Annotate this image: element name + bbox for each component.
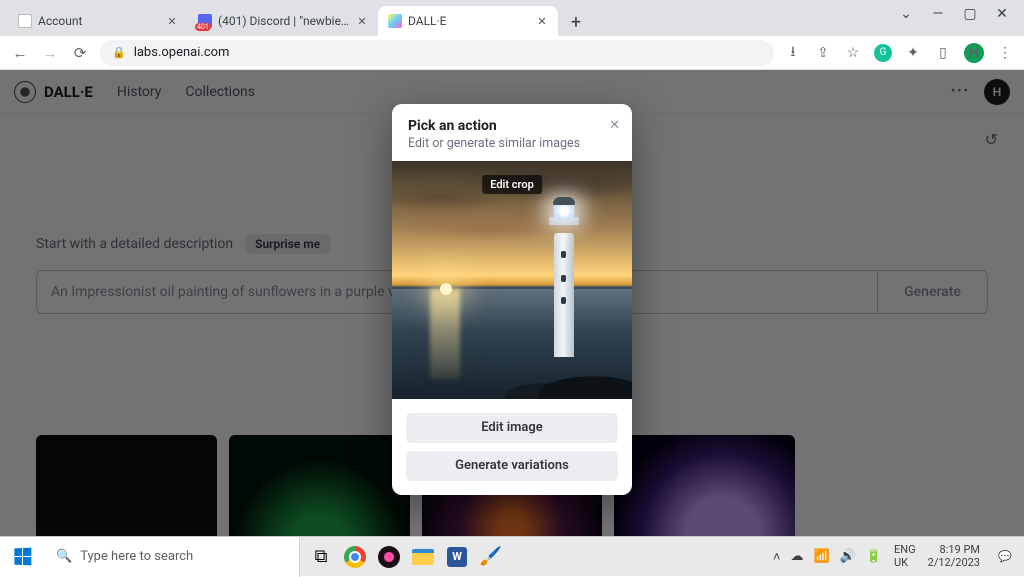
task-view-button[interactable]: ⧉ xyxy=(304,537,338,577)
browser-titlebar: Account ✕ 401 (401) Discord | "newbie" |… xyxy=(0,0,1024,36)
tab-favicon-discord: 401 xyxy=(198,14,212,28)
language-indicator[interactable]: ENG UK xyxy=(894,544,916,568)
action-modal: Pick an action Edit or generate similar … xyxy=(392,104,632,495)
minimize-icon[interactable]: — xyxy=(930,6,946,22)
paint-icon: 🖌️ xyxy=(480,546,502,567)
modal-title: Pick an action xyxy=(408,118,616,134)
close-icon[interactable]: ✕ xyxy=(356,15,368,27)
badge: 401 xyxy=(195,23,211,31)
lock-icon: 🔒 xyxy=(112,46,126,59)
tab-discord[interactable]: 401 (401) Discord | "newbie" | Midjo… ✕ xyxy=(188,6,378,36)
tab-title: DALL·E xyxy=(408,14,530,28)
generate-variations-button[interactable]: Generate variations xyxy=(406,451,618,481)
new-tab-button[interactable]: + xyxy=(562,8,590,36)
page-content: DALL·E History Collections ••• H ↺ Start… xyxy=(0,70,1024,536)
address-bar: ← → ⟳ 🔒 labs.openai.com ⭳ ⇪ ☆ G ✦ ▯ H ⋮ xyxy=(0,36,1024,70)
toolbar-icons: ⭳ ⇪ ☆ G ✦ ▯ H ⋮ xyxy=(784,43,1014,63)
taskbar-app-explorer[interactable] xyxy=(406,537,440,577)
battery-icon[interactable]: 🔋 xyxy=(866,549,882,564)
windows-taskbar: 🔍 Type here to search ⧉ W 🖌️ ˄ ☁ 📶 🔊 🔋 E… xyxy=(0,536,1024,576)
reload-button[interactable]: ⟳ xyxy=(70,43,90,63)
clock[interactable]: 8:19 PM 2/12/2023 xyxy=(928,544,980,568)
image-reflection xyxy=(430,289,460,379)
bookmark-icon[interactable]: ☆ xyxy=(844,44,862,62)
image-sun xyxy=(440,283,452,295)
tab-title: Account xyxy=(38,14,160,28)
url-text: labs.openai.com xyxy=(134,45,230,60)
back-button[interactable]: ← xyxy=(10,43,30,63)
cloud-icon[interactable]: ☁ xyxy=(790,549,803,564)
tab-account[interactable]: Account ✕ xyxy=(8,6,188,36)
modal-subtitle: Edit or generate similar images xyxy=(408,136,616,151)
wifi-icon[interactable]: 📶 xyxy=(813,549,829,564)
camera-icon xyxy=(378,546,400,568)
share-icon[interactable]: ⇪ xyxy=(814,44,832,62)
taskbar-app-chrome[interactable] xyxy=(338,537,372,577)
tray-expand-icon[interactable]: ˄ xyxy=(773,549,781,565)
taskbar-search[interactable]: 🔍 Type here to search xyxy=(44,537,300,577)
close-icon[interactable]: ✕ xyxy=(536,15,548,27)
tab-title: (401) Discord | "newbie" | Midjo… xyxy=(218,14,350,28)
profile-avatar[interactable]: H xyxy=(964,43,984,63)
edit-image-button[interactable]: Edit image xyxy=(406,413,618,443)
extension-grammarly-icon[interactable]: G xyxy=(874,44,892,62)
close-icon[interactable]: ✕ xyxy=(166,15,178,27)
word-icon: W xyxy=(447,547,467,567)
window-controls: ⌄ — ▢ ✕ xyxy=(884,0,1024,28)
taskbar-app-camera[interactable] xyxy=(372,537,406,577)
chrome-menu-icon[interactable]: ⋮ xyxy=(996,44,1014,62)
reading-list-icon[interactable]: ▯ xyxy=(934,44,952,62)
taskbar-app-paint[interactable]: 🖌️ xyxy=(474,537,508,577)
close-icon[interactable]: ✕ xyxy=(994,6,1010,22)
start-button[interactable] xyxy=(0,537,44,577)
search-placeholder: Type here to search xyxy=(80,549,193,564)
extensions-icon[interactable]: ✦ xyxy=(904,44,922,62)
omnibox[interactable]: 🔒 labs.openai.com xyxy=(100,40,774,66)
edit-crop-tag: Edit crop xyxy=(482,175,542,194)
windows-logo-icon xyxy=(14,548,31,566)
modal-scrim[interactable]: Pick an action Edit or generate similar … xyxy=(0,70,1024,536)
forward-button[interactable]: → xyxy=(40,43,60,63)
taskbar-app-word[interactable]: W xyxy=(440,537,474,577)
image-rocks xyxy=(502,355,632,399)
notifications-icon[interactable]: 💬 xyxy=(992,544,1018,570)
chrome-icon xyxy=(344,546,366,568)
close-icon[interactable]: ✕ xyxy=(609,118,620,133)
tab-favicon-account xyxy=(18,14,32,28)
maximize-icon[interactable]: ▢ xyxy=(962,6,978,22)
image-lighthouse xyxy=(548,197,582,357)
folder-icon xyxy=(412,549,434,565)
chevron-down-icon[interactable]: ⌄ xyxy=(898,6,914,22)
install-icon[interactable]: ⭳ xyxy=(784,44,802,62)
tab-dalle[interactable]: DALL·E ✕ xyxy=(378,6,558,36)
volume-icon[interactable]: 🔊 xyxy=(840,549,856,564)
search-icon: 🔍 xyxy=(56,549,72,564)
tab-favicon-dalle xyxy=(388,14,402,28)
modal-image-preview[interactable]: Edit crop xyxy=(392,161,632,399)
